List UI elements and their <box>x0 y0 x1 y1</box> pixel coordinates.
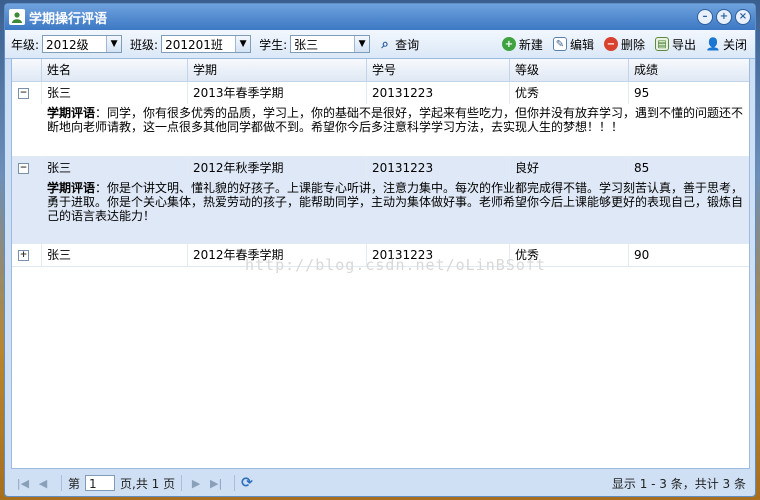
table-row[interactable]: − 张三 2013年春季学期 20131223 优秀 95 学期评语：同学，你有… <box>12 82 749 157</box>
student-value: 张三 <box>294 37 319 52</box>
delete-button[interactable]: − 删除 <box>603 36 645 53</box>
query-button[interactable]: ⌕ 查询 <box>378 36 420 53</box>
table-row[interactable]: − 张三 2012年秋季学期 20131223 良好 85 学期评语：你是个讲文… <box>12 157 749 244</box>
expander-cell: − <box>12 82 42 104</box>
prev-page-icon[interactable]: ◀ <box>35 477 51 490</box>
column-header-name[interactable]: 姓名 <box>42 59 188 81</box>
export-icon: ▤ <box>654 37 669 51</box>
edit-icon: ✎ <box>552 37 567 51</box>
cell-score: 95 <box>634 86 650 100</box>
user-close-icon: 👤 <box>705 37 721 51</box>
cell-term: 2013年春季学期 <box>188 82 367 104</box>
table-row[interactable]: + 张三 2012年春季学期 20131223 优秀 90 <box>12 244 749 267</box>
edit-button[interactable]: ✎ 编辑 <box>552 36 594 53</box>
toolbar: 年级: 2012级 ▼ 班级: 201201班 ▼ 学生: 张三 ▼ ⌕ 查询 … <box>5 30 755 59</box>
column-header-student-id[interactable]: 学号 <box>367 59 510 81</box>
add-icon: + <box>501 37 516 51</box>
cell-name: 张三 <box>42 157 188 179</box>
grid-header: 姓名 学期 学号 等级 成绩 <box>12 59 749 82</box>
chevron-down-icon[interactable]: ▼ <box>106 36 122 52</box>
cell-student-id: 20131223 <box>367 82 510 104</box>
refresh-icon[interactable]: ⟳ <box>241 475 253 491</box>
row-detail: 学期评语：同学，你有很多优秀的品质，学习上，你的基础不是很好，学起来有些吃力，但… <box>42 104 749 156</box>
add-button[interactable]: + 新建 <box>501 36 543 53</box>
minimize-icon[interactable]: – <box>697 9 713 25</box>
window: 学期操行评语 – + × 年级: 2012级 ▼ 班级: 201201班 ▼ 学… <box>4 3 756 497</box>
cell-level: 良好 <box>510 157 629 179</box>
cell-student-id: 20131223 <box>367 157 510 179</box>
cell-term: 2012年春季学期 <box>188 244 367 266</box>
maximize-icon[interactable]: + <box>716 9 732 25</box>
grade-select[interactable]: 2012级 ▼ <box>42 35 123 53</box>
student-label: 学生: <box>259 37 288 52</box>
expander-cell: − <box>12 157 42 179</box>
grade-value: 2012级 <box>46 37 89 52</box>
cell-name: 张三 <box>42 244 188 266</box>
data-grid: 姓名 学期 学号 等级 成绩 − 张三 2013年春季学期 20131223 优… <box>11 58 750 469</box>
close-window-icon[interactable]: × <box>735 9 751 25</box>
close-button[interactable]: 👤 关闭 <box>706 36 747 53</box>
cell-score: 90 <box>634 248 650 262</box>
title-bar[interactable]: 学期操行评语 – + × <box>5 4 755 30</box>
export-button[interactable]: ▤ 导出 <box>654 36 696 53</box>
delete-icon: − <box>603 37 618 51</box>
cell-name: 张三 <box>42 82 188 104</box>
last-page-icon[interactable]: ▶| <box>208 477 224 490</box>
expand-icon[interactable]: + <box>18 250 29 261</box>
collapse-icon[interactable]: − <box>18 163 29 174</box>
column-header-score[interactable]: 成绩 <box>629 59 749 81</box>
cell-student-id: 20131223 <box>367 244 510 266</box>
pagination-bar: |◀ ◀ 第 1 页,共 1 页 ▶ ▶| ⟳ 显示 1 - 3 条，共计 3 … <box>11 471 750 495</box>
column-header-term[interactable]: 学期 <box>188 59 367 81</box>
chevron-down-icon[interactable]: ▼ <box>235 36 251 52</box>
page-info: 显示 1 - 3 条，共计 3 条 <box>611 476 746 491</box>
collapse-icon[interactable]: − <box>18 88 29 99</box>
window-title: 学期操行评语 <box>29 11 108 27</box>
grade-label: 年级: <box>11 37 40 52</box>
page-suffix: 页,共 1 页 <box>120 476 176 491</box>
student-select[interactable]: 张三 ▼ <box>290 35 371 53</box>
next-page-icon[interactable]: ▶ <box>188 477 204 490</box>
search-icon: ⌕ <box>381 36 389 52</box>
cell-level: 优秀 <box>510 244 629 266</box>
divider <box>234 475 236 491</box>
divider <box>61 475 62 491</box>
divider <box>181 475 183 491</box>
column-header-level[interactable]: 等级 <box>510 59 629 81</box>
first-page-icon[interactable]: |◀ <box>15 477 31 490</box>
expander-column-header <box>12 59 42 81</box>
class-value: 201201班 <box>165 37 223 52</box>
class-select[interactable]: 201201班 ▼ <box>161 35 252 53</box>
page-input[interactable]: 1 <box>85 475 116 491</box>
page-prefix: 第 <box>68 476 81 491</box>
user-icon <box>9 9 25 25</box>
comment-label: 学期评语 <box>47 181 96 195</box>
comment-label: 学期评语 <box>47 106 96 120</box>
cell-level: 优秀 <box>510 82 629 104</box>
chevron-down-icon[interactable]: ▼ <box>354 36 370 52</box>
comment-text: ：你是个讲文明、懂礼貌的好孩子。上课能专心听讲，注意力集中。每次的作业都完成得不… <box>47 181 744 223</box>
class-label: 班级: <box>130 37 159 52</box>
expander-cell: + <box>12 244 42 266</box>
cell-score: 85 <box>634 161 650 175</box>
comment-text: ：同学，你有很多优秀的品质，学习上，你的基础不是很好，学起来有些吃力，但你并没有… <box>47 106 744 134</box>
row-detail: 学期评语：你是个讲文明、懂礼貌的好孩子。上课能专心听讲，注意力集中。每次的作业都… <box>42 179 749 243</box>
cell-term: 2012年秋季学期 <box>188 157 367 179</box>
